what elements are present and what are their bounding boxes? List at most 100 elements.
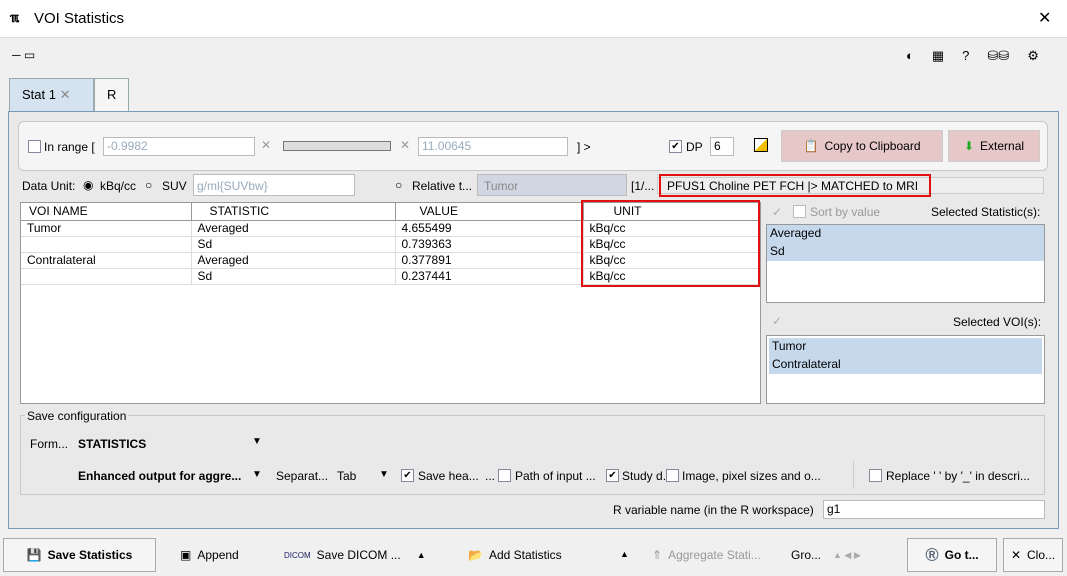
cell: Sd bbox=[191, 236, 396, 253]
r-variable-input[interactable]: g1 bbox=[823, 500, 1045, 519]
button-label: Copy to Clipboard bbox=[824, 139, 921, 153]
cell: Sd bbox=[191, 268, 396, 285]
relative-radio[interactable]: ○ bbox=[395, 178, 402, 192]
cell bbox=[21, 268, 192, 285]
group-button[interactable]: Gro... ▲ ◀ ▶ bbox=[791, 538, 861, 572]
dropdown-icon[interactable]: ▼ bbox=[252, 469, 262, 480]
range-slider[interactable] bbox=[283, 141, 391, 151]
calculator-icon[interactable]: ▦ bbox=[932, 48, 944, 64]
study-checkbox[interactable]: ✔ bbox=[606, 469, 619, 482]
cell: Tumor bbox=[21, 220, 192, 237]
dp-checkbox[interactable]: ✔ bbox=[669, 140, 682, 153]
multiply-icon: ✕ bbox=[400, 138, 411, 152]
button-label: Go t... bbox=[944, 548, 979, 562]
app-icon: ℼ bbox=[10, 10, 20, 25]
more-label: ... bbox=[485, 469, 496, 483]
list-item[interactable]: Contralateral bbox=[769, 356, 1042, 374]
nav-arrows-icon[interactable]: ▲ ◀ ▶ bbox=[833, 550, 861, 561]
folder-icon: 📂 bbox=[468, 548, 483, 562]
enhanced-output-select[interactable]: Enhanced output for aggre... bbox=[78, 469, 241, 483]
suv-radio[interactable]: ○ bbox=[145, 178, 152, 192]
in-range-checkbox[interactable] bbox=[28, 140, 41, 153]
series-name: PFUS1 Choline PET FCH |> MATCHED to MRI bbox=[659, 174, 931, 197]
database-icon[interactable]: ⛁⛁ bbox=[987, 48, 1009, 64]
replace-checkbox[interactable] bbox=[869, 469, 882, 482]
cell: 0.237441 bbox=[395, 268, 584, 285]
close-icon: ✕ bbox=[1010, 548, 1022, 562]
button-label: Append bbox=[197, 548, 239, 562]
selected-vois-label: Selected VOI(s): bbox=[953, 315, 1042, 329]
in-range-label: In range [ bbox=[44, 140, 95, 154]
tab-close-icon[interactable]: ✕ bbox=[60, 87, 71, 102]
save-configuration-group bbox=[20, 415, 1045, 495]
close-window-button[interactable]: ✕ bbox=[1038, 8, 1051, 28]
range-close-label: ] > bbox=[577, 140, 591, 154]
add-statistics-button[interactable]: 📂 Add Statistics bbox=[468, 538, 562, 572]
goto-r-button[interactable]: ® Go t... bbox=[907, 538, 997, 572]
dp-input[interactable]: 6 bbox=[710, 137, 734, 156]
button-label: Save Statistics bbox=[47, 548, 133, 562]
image-label: Image, pixel sizes and o... bbox=[682, 469, 821, 483]
aggregate-statistics-button[interactable]: ⇑ Aggregate Stati... bbox=[652, 538, 761, 572]
data-unit-label: Data Unit: bbox=[22, 179, 76, 193]
column-header[interactable]: VALUE bbox=[395, 203, 584, 221]
column-header[interactable]: VOI NAME bbox=[21, 203, 192, 221]
path-input-checkbox[interactable] bbox=[498, 469, 511, 482]
list-item[interactable]: Sd bbox=[767, 243, 1044, 261]
dropdown-icon[interactable]: ▼ bbox=[379, 469, 389, 480]
r-variable-label: R variable name (in the R workspace) bbox=[613, 503, 814, 517]
format-select[interactable]: STATISTICS bbox=[78, 437, 146, 451]
help-icon[interactable]: ? bbox=[962, 48, 969, 64]
cell bbox=[21, 236, 192, 253]
suv-label: SUV bbox=[162, 179, 187, 193]
tab-stat-1[interactable]: Stat 1 ✕ bbox=[9, 78, 94, 112]
list-item[interactable]: Averaged bbox=[767, 225, 1044, 243]
floppy-icon: 💾 bbox=[26, 548, 42, 562]
suv-type-select[interactable]: g/ml{SUVbw} bbox=[193, 174, 355, 196]
tab-label: Stat 1 bbox=[22, 87, 56, 102]
cell: Averaged bbox=[191, 252, 396, 269]
button-label: Add Statistics bbox=[488, 548, 562, 562]
path-input-label: Path of input ... bbox=[515, 469, 596, 483]
statistics-list: Averaged Sd bbox=[766, 224, 1045, 303]
copy-to-clipboard-button[interactable]: 📋 Copy to Clipboard bbox=[781, 130, 943, 162]
minimize-icon[interactable]: ─ ▭ bbox=[12, 48, 35, 62]
check-icon: ✓ bbox=[772, 205, 783, 219]
arrow-down-icon: ⬇ bbox=[963, 139, 975, 153]
save-header-label: Save hea... bbox=[418, 469, 479, 483]
kbq-radio[interactable]: ◉ bbox=[83, 178, 93, 192]
sort-by-value-label: Sort by value bbox=[810, 205, 881, 219]
separator-select[interactable]: Tab bbox=[337, 469, 356, 483]
image-checkbox[interactable] bbox=[666, 469, 679, 482]
range-max-input[interactable]: 11.00645 bbox=[418, 137, 568, 156]
kbq-label: kBq/cc bbox=[100, 179, 137, 193]
save-dicom-button[interactable]: DICOM Save DICOM ... ▲ bbox=[284, 538, 426, 572]
multiply-icon: ✕ bbox=[261, 138, 272, 152]
voi-list: Tumor Contralateral bbox=[766, 335, 1045, 404]
relative-to-select[interactable]: Tumor bbox=[477, 174, 627, 196]
sort-by-value-checkbox[interactable] bbox=[793, 205, 806, 218]
close-button[interactable]: ✕ Clo... bbox=[1003, 538, 1063, 572]
cell: Averaged bbox=[191, 220, 396, 237]
view-icon[interactable]: ◐ bbox=[906, 48, 914, 64]
external-button[interactable]: ⬇ External bbox=[948, 130, 1040, 162]
tab-r[interactable]: R bbox=[94, 78, 129, 112]
dropdown-up-icon[interactable]: ▲ bbox=[620, 549, 629, 559]
arrow-up-icon: ⇑ bbox=[652, 548, 663, 562]
append-button[interactable]: ▣ Append bbox=[180, 538, 239, 572]
range-min-input[interactable]: -0.9982 bbox=[103, 137, 255, 156]
column-header[interactable]: STATISTIC bbox=[191, 203, 396, 221]
color-icon[interactable] bbox=[754, 138, 768, 152]
save-header-checkbox[interactable]: ✔ bbox=[401, 469, 414, 482]
cell: 0.377891 bbox=[395, 252, 584, 269]
save-statistics-button[interactable]: 💾 Save Statistics bbox=[3, 538, 156, 572]
divider bbox=[853, 461, 854, 489]
format-label: Form... bbox=[30, 437, 68, 451]
separator-label: Separat... bbox=[276, 469, 329, 483]
dropdown-icon[interactable]: ▼ bbox=[252, 436, 262, 447]
list-item[interactable]: Tumor bbox=[769, 338, 1042, 356]
cell: 0.739363 bbox=[395, 236, 584, 253]
settings-icon[interactable]: ⚙ bbox=[1027, 48, 1039, 64]
toolbar: ◐ ▦? ⛁⛁ ⚙ bbox=[906, 48, 1039, 64]
dropdown-up-icon[interactable]: ▲ bbox=[417, 550, 426, 560]
